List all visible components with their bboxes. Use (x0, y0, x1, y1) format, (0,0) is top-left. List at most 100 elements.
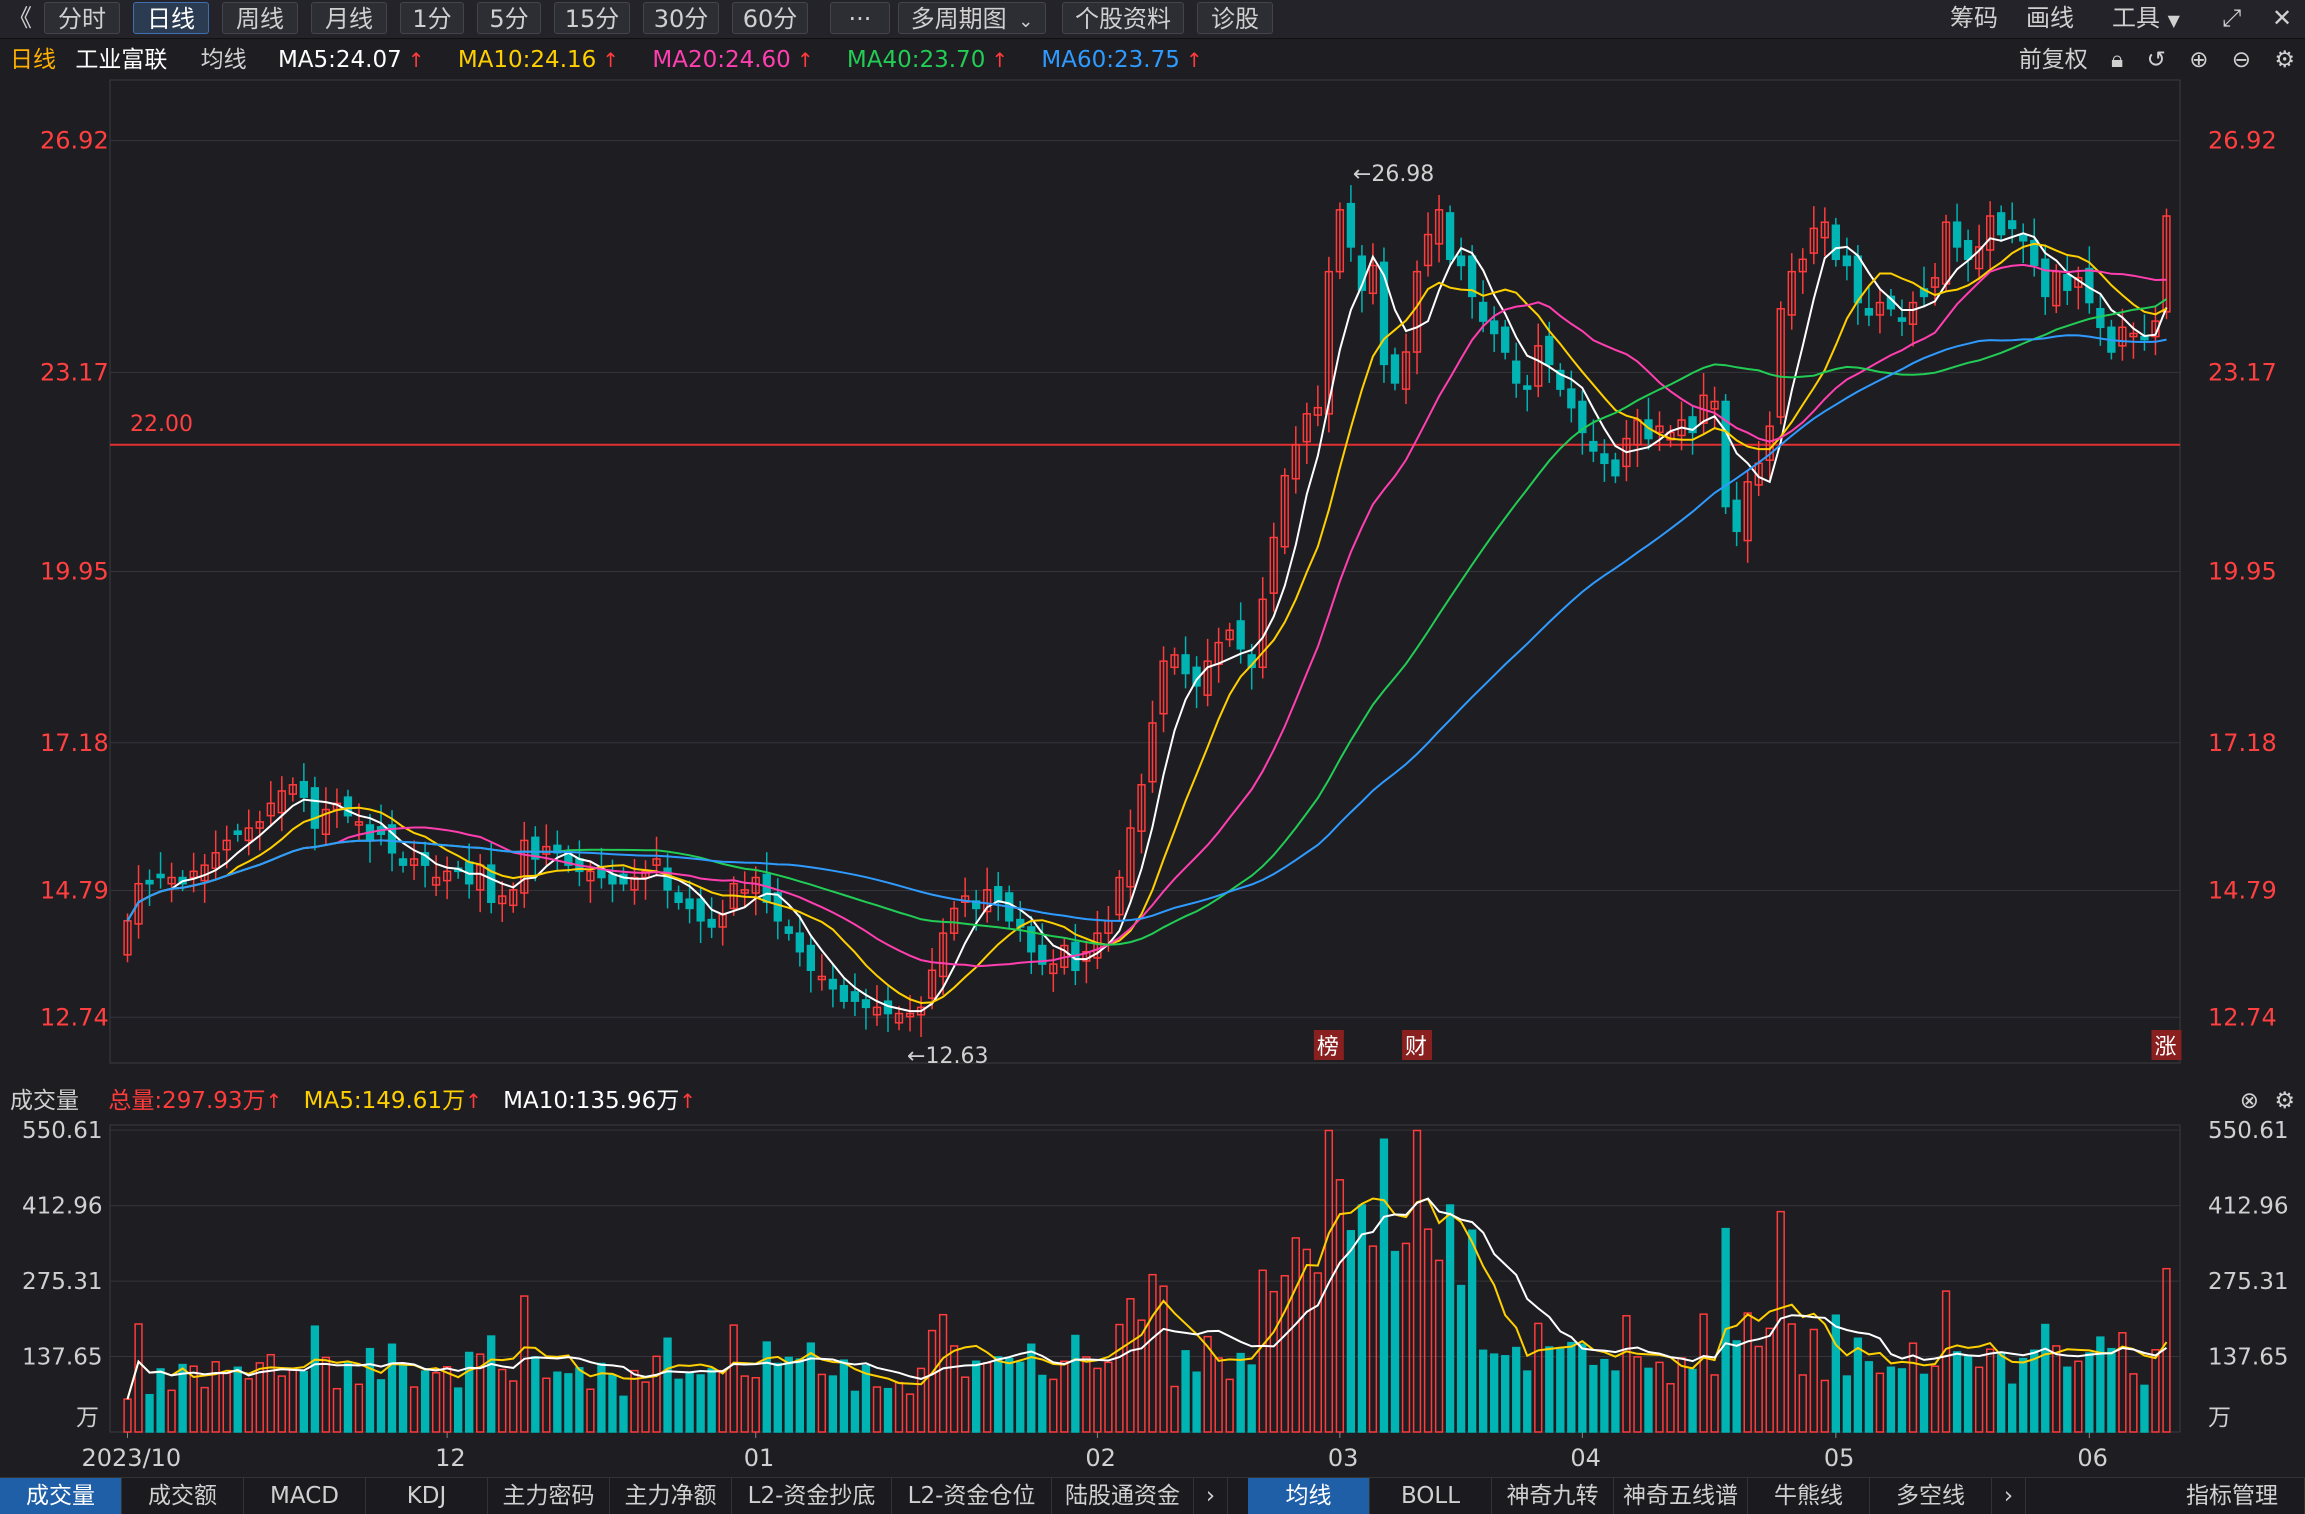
close-icon[interactable]: ⊗ (2240, 1083, 2259, 1119)
chips-button[interactable]: 筹码 (1950, 2, 1998, 34)
tab-main-code[interactable]: 主力密码 (488, 1478, 610, 1514)
zoom-out-icon[interactable]: ⊖ (2232, 47, 2251, 73)
candle-body (1093, 932, 1102, 959)
y-tick-right: 23.17 (2208, 358, 2277, 386)
fullscreen-icon[interactable]: ⤢ (2222, 2, 2241, 34)
volume-bar (1721, 1227, 1730, 1433)
volume-bar (1776, 1210, 1785, 1433)
volume-bar (1644, 1367, 1653, 1433)
marker-badge (1402, 1030, 1433, 1060)
tab-main-net[interactable]: 主力净额 (610, 1478, 732, 1514)
candle-body (1269, 536, 1278, 594)
tab-long-short[interactable]: 多空线 (1870, 1478, 1992, 1514)
volume-bar (894, 1381, 904, 1433)
candle-body (376, 826, 386, 836)
avg-label[interactable]: 均线 (201, 47, 247, 73)
candle-body (850, 991, 860, 1002)
volume-bar (1214, 1357, 1223, 1433)
lock-icon[interactable]: 🔒︎ (2111, 47, 2123, 73)
candle-body (905, 1012, 915, 1018)
tab-5min[interactable]: 5分 (477, 2, 541, 34)
gear-icon[interactable]: ⚙ (2274, 47, 2295, 73)
tab-volume[interactable]: 成交量 (0, 1478, 122, 1514)
back-button[interactable]: 《 (8, 2, 32, 34)
volume-bar (1787, 1323, 1796, 1433)
volume-bar (1401, 1242, 1411, 1433)
tab-turnover[interactable]: 成交额 (122, 1478, 244, 1514)
more-button[interactable]: ··· (830, 2, 890, 34)
chevron-right-icon[interactable]: › (1194, 1478, 1228, 1514)
ma-legend: 日线 工业富联 均线 MA5:24.07 ↑ MA10:24.16 ↑ MA20:2… (0, 42, 1215, 78)
tab-boll[interactable]: BOLL (1370, 1478, 1492, 1514)
volume-bar (299, 1370, 309, 1433)
gear-icon[interactable]: ⚙ (2274, 1083, 2295, 1119)
adjust-label[interactable]: 前复权 (2019, 47, 2088, 73)
tab-kdj[interactable]: KDJ (366, 1478, 488, 1514)
candle-body (310, 787, 320, 829)
stock-name[interactable]: 工业富联 (75, 47, 167, 73)
undo-icon[interactable]: ↺ (2147, 47, 2166, 73)
candle-body (641, 870, 650, 879)
volume-title[interactable]: 成交量 (10, 1088, 79, 1114)
volume-bar (1181, 1350, 1190, 1433)
tab-l2-position[interactable]: L2-资金仓位 (892, 1478, 1052, 1514)
tab-nine-turn[interactable]: 神奇九转 (1492, 1478, 1614, 1514)
candle-body (1501, 326, 1510, 353)
tab-five-line[interactable]: 神奇五线谱 (1614, 1478, 1748, 1514)
tab-ma[interactable]: 均线 (1248, 1478, 1370, 1514)
tab-daily[interactable]: 日线 (133, 2, 209, 34)
tab-30min[interactable]: 30分 (643, 2, 719, 34)
diagnose-button[interactable]: 诊股 (1197, 2, 1273, 34)
candle-body (630, 876, 639, 891)
draw-button[interactable]: 画线 (2026, 2, 2074, 34)
volume-bar (872, 1386, 882, 1433)
volume-bar (1930, 1365, 1940, 1433)
y-tick-left: 26.92 (40, 127, 109, 155)
candle-body (663, 867, 672, 891)
volume-bar (1875, 1372, 1885, 1433)
volume-bar (1082, 1356, 1091, 1433)
candle-body (1886, 295, 1896, 310)
tab-intraday[interactable]: 分时 (44, 2, 120, 34)
volume-bar (1908, 1342, 1918, 1433)
tab-monthly[interactable]: 月线 (311, 2, 387, 34)
volume-bar (1357, 1204, 1367, 1433)
tab-l2-bottom[interactable]: L2-资金抄底 (732, 1478, 892, 1514)
tab-macd[interactable]: MACD (244, 1478, 366, 1514)
close-icon[interactable]: ✕ (2272, 2, 2292, 34)
stock-info-button[interactable]: 个股资料 (1062, 2, 1184, 34)
volume-bar (1335, 1179, 1345, 1433)
tools-menu[interactable]: 工具 ▼ (2112, 2, 2180, 34)
y-tick-left: 14.79 (40, 877, 109, 905)
kline-chart[interactable]: 26.92 26.92 23.17 23.17 19.95 19.95 17.18 17.18… (0, 0, 2305, 1513)
multi-period-label: 多周期图 (910, 5, 1007, 33)
indicator-manage-button[interactable]: 指标管理 (2160, 1478, 2305, 1514)
volume-bar (442, 1366, 452, 1433)
volume-bar (1071, 1334, 1080, 1433)
tab-weekly[interactable]: 周线 (222, 2, 298, 34)
multi-period-dropdown[interactable]: 多周期图 ⌄ (898, 2, 1046, 34)
zoom-in-icon[interactable]: ⊕ (2189, 47, 2208, 73)
volume-bar (1126, 1298, 1135, 1433)
candle-body (1743, 481, 1752, 542)
x-label: 02 (1085, 1444, 1116, 1472)
volume-tick-right: 275.31 (2208, 1269, 2288, 1295)
candle-body (1545, 335, 1554, 366)
volume-bar (927, 1329, 937, 1433)
volume-bar (1941, 1290, 1951, 1433)
tab-hk-connect[interactable]: 陆股通资金 (1052, 1478, 1194, 1514)
chevron-right-icon[interactable]: › (1992, 1478, 2026, 1514)
candle-body (1974, 246, 1984, 270)
candle-body (498, 895, 507, 905)
candle-body (1897, 317, 1907, 322)
tab-60min[interactable]: 60分 (732, 2, 808, 34)
ma40-value: MA40:23.70 ↑ (846, 47, 1009, 73)
candle-body (1534, 345, 1543, 387)
candle-body (608, 873, 617, 885)
tab-1min[interactable]: 1分 (400, 2, 464, 34)
candle-body (1963, 239, 1973, 261)
candle-body (542, 845, 551, 855)
tab-15min[interactable]: 15分 (554, 2, 630, 34)
candle-body (1335, 209, 1345, 273)
tab-bull-bear[interactable]: 牛熊线 (1748, 1478, 1870, 1514)
